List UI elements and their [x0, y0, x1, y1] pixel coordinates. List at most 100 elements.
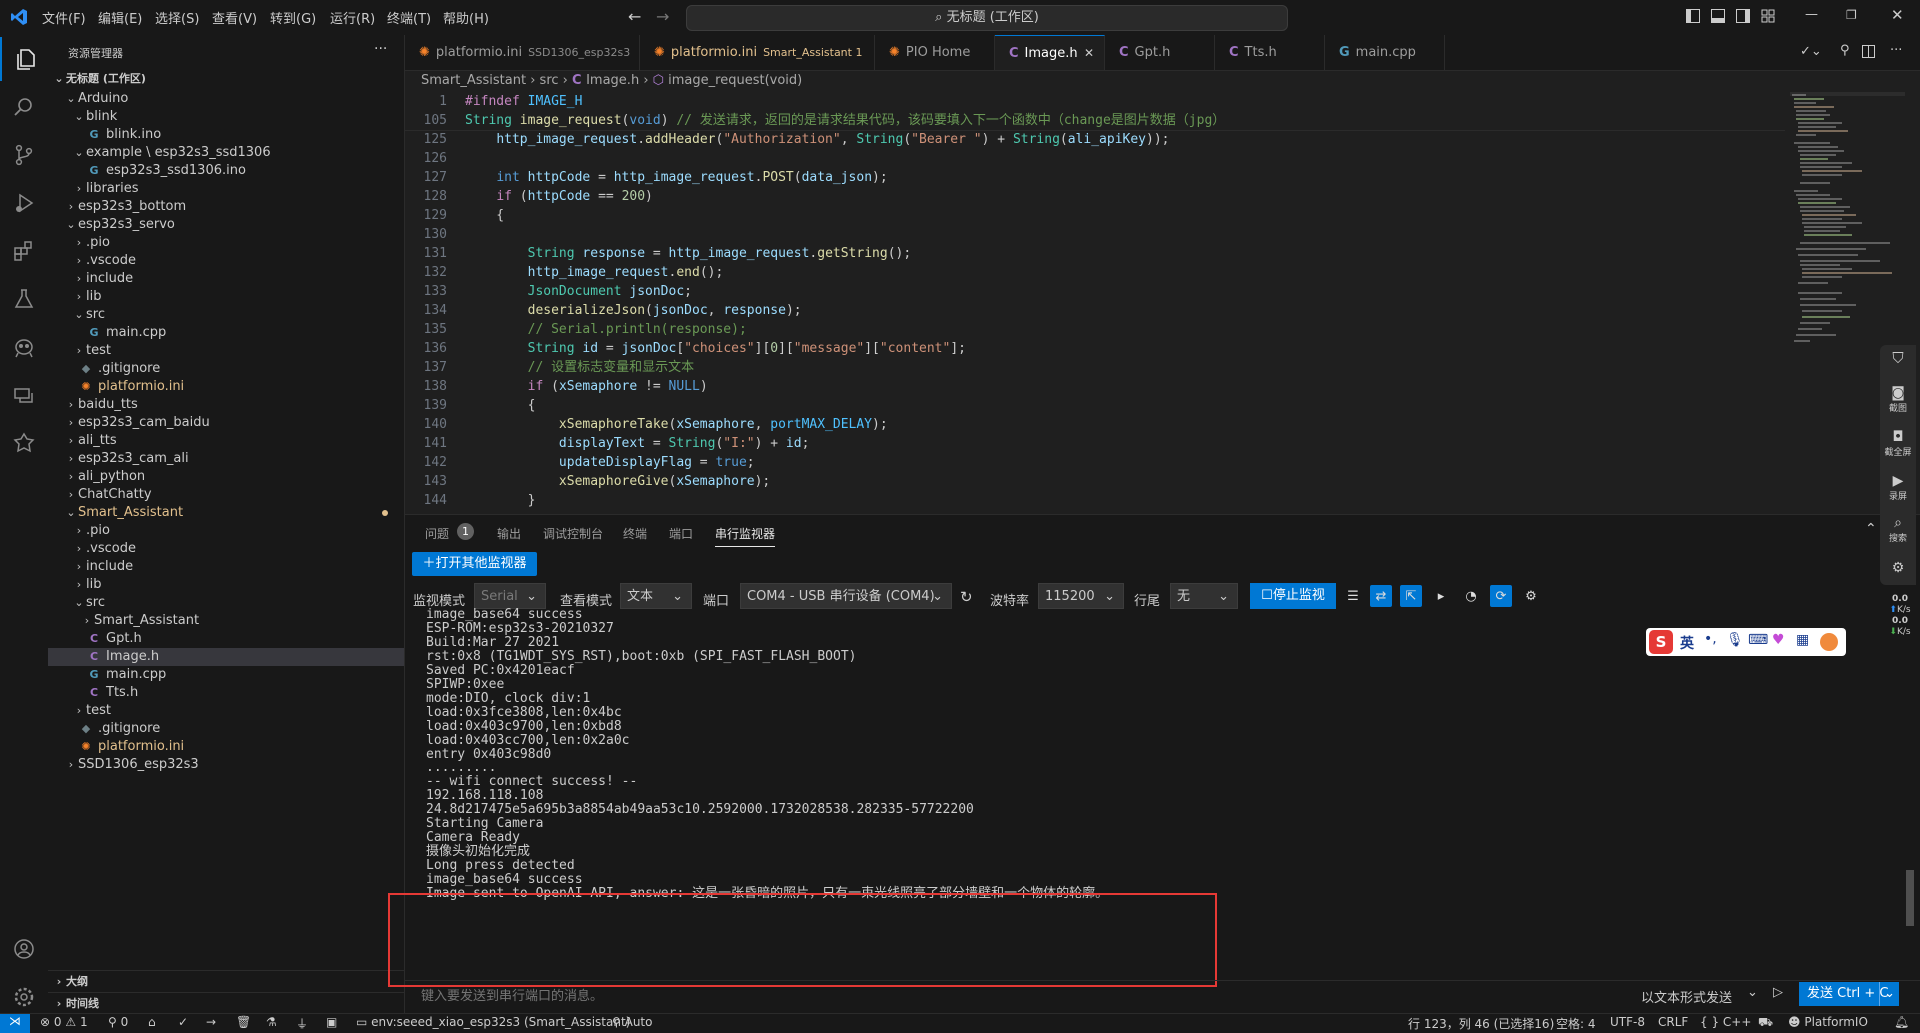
send-arrow-icon[interactable]: ▷ [1773, 985, 1783, 1000]
code-line[interactable]: 105 String image_request(void) // 发送请求，返回… [405, 111, 1785, 130]
code-line[interactable]: 137 // 设置标志变量和显示文本 [405, 358, 1785, 377]
end-of-line[interactable]: CRLF [1658, 1015, 1688, 1029]
tree-file[interactable]: Gblink.ino [48, 126, 404, 144]
tree-folder[interactable]: › .vscode [48, 540, 404, 558]
code-line[interactable]: 139 { [405, 396, 1785, 415]
breadcrumb-item[interactable]: Image.h [586, 73, 639, 88]
platformio-status[interactable]: ☻ PlatformIO [1788, 1015, 1868, 1029]
screenshot-button[interactable]: ◙ 截图 [1880, 385, 1916, 414]
shield-icon[interactable]: ⛉ [1880, 349, 1916, 367]
tree-file[interactable]: Gesp32s3_ssd1306.ino [48, 162, 404, 180]
editor-more-icon[interactable]: ··· [1890, 43, 1902, 58]
line-ending-select[interactable]: 无 ⌄ [1170, 583, 1238, 609]
pio-env-status[interactable]: ▭ env:seeed_xiao_esp32s3 (Smart_Assistan… [356, 1015, 630, 1029]
tree-folder[interactable]: ⌄ src [48, 594, 404, 612]
restore-icon[interactable]: ❐ [1846, 8, 1857, 22]
code-line[interactable]: 144 } [405, 491, 1785, 510]
tree-file[interactable]: C Tts.h [48, 684, 404, 702]
stop-monitoring-button[interactable]: ☐停止监视 [1250, 583, 1336, 609]
fullscreen-capture-button[interactable]: ◘ 截全屏 [1880, 429, 1916, 458]
search-tool-button[interactable]: ⌕ 搜索 [1880, 515, 1916, 544]
close-tab-icon[interactable]: ✕ [1084, 36, 1094, 71]
accounts-icon[interactable] [0, 927, 48, 971]
forward-arrow-icon[interactable]: → [656, 7, 669, 26]
tree-folder[interactable]: › test [48, 342, 404, 360]
open-other-monitor-button[interactable]: ＋打开其他监视器 [412, 552, 537, 576]
timeline-section[interactable]: › 时间线 [48, 992, 404, 1015]
menu-file[interactable]: 文件(F) [42, 8, 86, 27]
tab-gpt-h[interactable]: C Gpt.h [1105, 35, 1215, 70]
lock-scroll-icon[interactable]: ◔ [1460, 585, 1482, 607]
baud-rate-select[interactable]: 115200 ⌄ [1038, 583, 1124, 609]
tree-file[interactable]: C Image.h [48, 648, 404, 666]
extension-gear-icon[interactable] [0, 421, 48, 465]
remote-explorer-icon[interactable] [0, 373, 48, 417]
menu-help[interactable]: 帮助(H) [443, 8, 489, 27]
tree-folder[interactable]: › esp32s3_cam_baidu [48, 414, 404, 432]
code-line[interactable]: 138 if (xSemaphore != NULL) [405, 377, 1785, 396]
pio-terminal-icon[interactable]: ▣ [326, 1015, 337, 1029]
chevron-down-icon[interactable]: ⌄ [1747, 985, 1758, 1000]
breadcrumb-item[interactable]: src [540, 73, 559, 88]
send-mode-select[interactable]: 以文本形式发送 [1641, 987, 1732, 1006]
customize-layout-icon[interactable] [1761, 9, 1775, 23]
send-button[interactable]: 发送 Ctrl + C ⌄ [1799, 982, 1899, 1006]
tree-folder[interactable]: › ChatChatty [48, 486, 404, 504]
code-line[interactable]: 1 #ifndef IMAGE_H [405, 92, 1785, 111]
menu-selection[interactable]: 选择(S) [155, 8, 199, 27]
ports-status[interactable]: ⚲ 0 [108, 1015, 128, 1029]
clear-output-icon[interactable]: ☰ [1342, 585, 1364, 607]
microphone-icon[interactable]: 🎙︎ [1726, 632, 1744, 648]
pio-serial-plug-icon[interactable]: ⏚ [296, 1015, 308, 1032]
code-line[interactable]: 125 http_image_request.addHeader ("Author… [405, 130, 1785, 149]
pio-build-check-icon[interactable]: ✓ [178, 1015, 188, 1029]
menu-edit[interactable]: 编辑(E) [98, 8, 142, 27]
search-icon[interactable] [0, 85, 48, 129]
output-scrollbar[interactable] [1906, 870, 1914, 926]
command-center[interactable]: ⌕ 无标题 (工作区) [686, 5, 1288, 31]
code-line[interactable]: 142 updateDisplayFlag = true; [405, 453, 1785, 472]
more-actions-icon[interactable]: ··· [374, 41, 387, 57]
tree-folder[interactable]: › ali_python [48, 468, 404, 486]
tab-terminal[interactable]: 终端 [623, 525, 647, 542]
tab-output[interactable]: 输出 [497, 525, 521, 542]
code-line[interactable]: 141 displayText = String("I:") + id; [405, 434, 1785, 453]
tab-pio-home[interactable]: ✺ PIO Home [875, 35, 995, 70]
minimize-icon[interactable]: — [1805, 7, 1818, 22]
outline-section[interactable]: › 大纲 [48, 970, 404, 993]
keyboard-icon[interactable]: ⌨ [1748, 632, 1768, 648]
indentation[interactable]: 空格: 4 [1556, 1015, 1596, 1032]
code-editor[interactable]: 1 #ifndef IMAGE_H 105 String image_request (… [405, 92, 1785, 512]
punctuation-icon[interactable]: •, [1704, 631, 1717, 647]
tree-file[interactable]: C Gpt.h [48, 630, 404, 648]
check-icon[interactable]: ✓⌄ [1800, 44, 1822, 59]
tree-file[interactable]: Gmain.cpp [48, 666, 404, 684]
platformio-alien-icon[interactable] [0, 325, 48, 369]
tree-folder[interactable]: › include [48, 270, 404, 288]
pio-upload-arrow-icon[interactable]: → [206, 1015, 216, 1029]
tree-folder[interactable]: › ali_tts [48, 432, 404, 450]
tab-platformio-ini[interactable]: ✺ platformio.ini SSD1306_esp32s3 [405, 35, 640, 70]
notifications-bell-icon[interactable]: 🔔︎ [1894, 1015, 1909, 1029]
code-line[interactable]: 130 [405, 225, 1785, 244]
monitor-settings-gear-icon[interactable]: ⚙ [1520, 585, 1542, 607]
close-window-icon[interactable]: ✕ [1891, 6, 1904, 24]
ime-toolbar[interactable]: S 英 •, 🎙︎ ⌨ ♥ ▦ [1646, 628, 1846, 656]
tab-ports[interactable]: 端口 [669, 525, 693, 542]
code-line[interactable]: 128 if (httpCode == 200) [405, 187, 1785, 206]
view-mode-select[interactable]: 文本 ⌄ [620, 583, 692, 609]
record-screen-button[interactable]: ▶ 录屏 [1880, 473, 1916, 502]
tree-file[interactable]: ✺ platformio.ini [48, 378, 404, 396]
code-line[interactable]: 132 http_image_request.end(); [405, 263, 1785, 282]
code-line[interactable]: 131 String response = http_image_request… [405, 244, 1785, 263]
code-line[interactable]: 133 JsonDocument jsonDoc; [405, 282, 1785, 301]
tab-main-cpp[interactable]: Gmain.cpp [1325, 35, 1445, 70]
back-arrow-icon[interactable]: ← [628, 7, 641, 26]
tree-folder[interactable]: ⌄ Arduino [48, 90, 404, 108]
tab-problems[interactable]: 问题 [425, 525, 449, 542]
cursor-position[interactable]: 行 123，列 46 (已选择16) [1408, 1015, 1554, 1032]
explorer-icon[interactable] [0, 37, 50, 81]
code-line[interactable]: 129 { [405, 206, 1785, 225]
tree-folder[interactable]: ⌄ blink [48, 108, 404, 126]
split-editor-icon[interactable] [1862, 45, 1875, 58]
